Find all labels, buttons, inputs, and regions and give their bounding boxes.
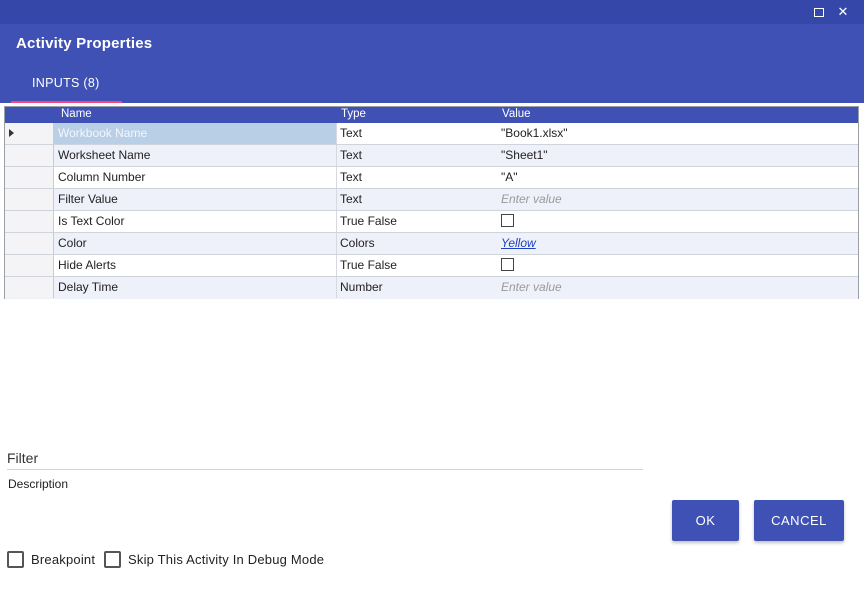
property-value-input[interactable]: "A" [498, 167, 858, 188]
row-selector[interactable] [5, 211, 54, 232]
property-name[interactable]: Workbook Name [54, 123, 337, 144]
property-value-input[interactable]: Enter value [498, 189, 858, 210]
property-value-input[interactable]: Enter value [498, 277, 858, 298]
breakpoint-option[interactable]: Breakpoint [7, 550, 95, 568]
property-value-cell [498, 211, 858, 232]
table-row[interactable]: Column Number Text "A" [5, 167, 858, 189]
description-label: Description [8, 477, 69, 491]
property-name[interactable]: Filter Value [54, 189, 337, 210]
column-header-name[interactable]: Name [61, 108, 92, 120]
close-icon[interactable]: ✕ [835, 4, 851, 20]
tab-inputs[interactable]: INPUTS (8) [11, 69, 122, 103]
row-selector[interactable] [5, 167, 54, 188]
property-type: Colors [340, 236, 375, 250]
dialog-title: Activity Properties [16, 35, 153, 52]
skip-debug-option[interactable]: Skip This Activity In Debug Mode [104, 550, 324, 568]
property-type: Text [340, 126, 363, 140]
tab-active-indicator [11, 101, 122, 103]
property-value-cell [498, 255, 858, 276]
property-name[interactable]: Column Number [54, 167, 337, 188]
row-selector[interactable] [5, 123, 54, 144]
column-header-type[interactable]: Type [341, 108, 366, 120]
table-row[interactable]: Workbook Name Text "Book1.xlsx" [5, 123, 858, 145]
table-row[interactable]: Delay Time Number Enter value [5, 277, 858, 299]
table-row[interactable]: Hide Alerts True False [5, 255, 858, 277]
color-value-link[interactable]: Yellow [501, 236, 536, 250]
properties-grid: Name Type Value Workbook Name Text "Book… [4, 106, 859, 299]
title-bar: ✕ [0, 0, 864, 24]
tab-inputs-label: INPUTS (8) [32, 76, 100, 90]
column-header-value[interactable]: Value [502, 108, 531, 120]
property-name[interactable]: Is Text Color [54, 211, 337, 232]
property-value-input[interactable]: "Sheet1" [498, 145, 858, 166]
property-type: True False [340, 258, 397, 272]
current-row-arrow-icon [9, 129, 14, 137]
skip-debug-checkbox[interactable] [104, 550, 121, 568]
row-selector[interactable] [5, 277, 54, 298]
property-type: True False [340, 214, 397, 228]
property-name[interactable]: Hide Alerts [54, 255, 337, 276]
is-text-color-checkbox[interactable] [501, 214, 514, 228]
property-name[interactable]: Worksheet Name [54, 145, 337, 166]
ok-button[interactable]: OK [672, 500, 739, 541]
row-selector[interactable] [5, 255, 54, 276]
value-placeholder: Enter value [501, 192, 562, 206]
table-row[interactable]: Is Text Color True False [5, 211, 858, 233]
filter-divider [7, 469, 643, 470]
skip-debug-label: Skip This Activity In Debug Mode [128, 551, 325, 567]
breakpoint-checkbox[interactable] [7, 550, 24, 568]
value-placeholder: Enter value [501, 280, 562, 294]
row-selector[interactable] [5, 189, 54, 210]
grid-header: Name Type Value [5, 107, 858, 123]
table-row[interactable]: Worksheet Name Text "Sheet1" [5, 145, 858, 167]
property-type: Number [340, 280, 383, 294]
property-type: Text [340, 170, 363, 184]
property-value-input[interactable]: "Book1.xlsx" [498, 123, 858, 144]
row-selector[interactable] [5, 233, 54, 254]
dialog-header: Activity Properties INPUTS (8) [0, 24, 864, 103]
maximize-icon[interactable] [811, 4, 827, 20]
hide-alerts-checkbox[interactable] [501, 258, 514, 272]
property-type: Text [340, 148, 363, 162]
cancel-button[interactable]: CANCEL [754, 500, 844, 541]
table-row[interactable]: Filter Value Text Enter value [5, 189, 858, 211]
property-name[interactable]: Delay Time [54, 277, 337, 298]
breakpoint-label: Breakpoint [31, 551, 96, 567]
filter-label: Filter [7, 450, 39, 466]
property-type: Text [340, 192, 363, 206]
row-selector[interactable] [5, 145, 54, 166]
property-name[interactable]: Color [54, 233, 337, 254]
property-value-cell: Yellow [498, 233, 858, 254]
table-row[interactable]: Color Colors Yellow [5, 233, 858, 255]
